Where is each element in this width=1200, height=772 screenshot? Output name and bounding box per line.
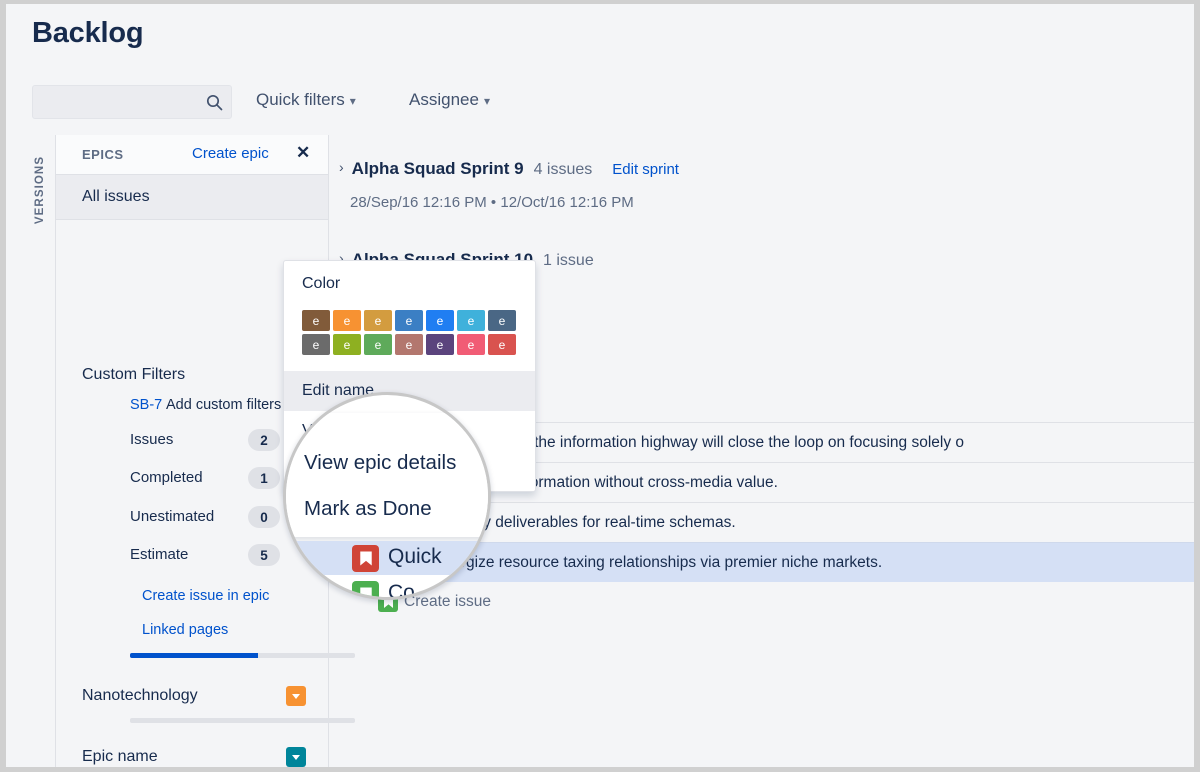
versions-tab-label: VERSIONS <box>34 135 48 245</box>
stat-value-completed: 1 <box>248 467 280 489</box>
magnified-create-issue-row[interactable]: Co <box>283 577 491 600</box>
search-icon <box>206 94 223 111</box>
edit-sprint-link[interactable]: Edit sprint <box>612 161 679 178</box>
search-box[interactable] <box>32 85 232 119</box>
sprint-title: Alpha Squad Sprint 9 <box>352 159 524 178</box>
epic-issue-key[interactable]: SB-7 <box>130 397 162 413</box>
color-swatch[interactable]: e <box>364 310 392 331</box>
color-swatch[interactable]: e <box>457 334 485 355</box>
epics-panel-header: EPICS Create epic ✕ <box>56 135 328 175</box>
color-swatch-grid: eeeeeeeeeeeeee <box>284 293 535 371</box>
stat-label-issues: Issues <box>130 431 173 448</box>
color-swatch[interactable]: e <box>426 334 454 355</box>
color-swatch[interactable]: e <box>333 334 361 355</box>
color-swatch[interactable]: e <box>426 310 454 331</box>
close-icon[interactable]: ✕ <box>296 143 310 163</box>
chevron-down-icon: ▾ <box>484 94 490 108</box>
color-swatch[interactable]: e <box>395 334 423 355</box>
epic-name-label: Custom Filters <box>82 366 185 384</box>
quick-filters-label: Quick filters <box>256 90 345 109</box>
search-input[interactable] <box>41 86 211 118</box>
stat-label-unestimated: Unestimated <box>130 508 214 525</box>
epic-color-dropdown-button[interactable] <box>286 747 306 767</box>
chevron-right-icon[interactable]: › <box>339 159 344 175</box>
magnified-create-issue-label: Co <box>388 581 415 600</box>
epic-name-label: Nanotechnology <box>82 687 198 705</box>
sprint-issue-count: 1 issue <box>543 252 594 269</box>
create-epic-link[interactable]: Create epic <box>192 145 269 162</box>
magnified-issue-label: Quick <box>388 545 442 569</box>
page-title: Backlog <box>32 17 143 50</box>
epic-color-dropdown-button[interactable] <box>286 686 306 706</box>
epic-all-issues[interactable]: All issues <box>56 175 328 220</box>
color-swatch[interactable]: e <box>488 310 516 331</box>
epic-progress-bar <box>130 653 355 658</box>
stat-label-completed: Completed <box>130 469 203 486</box>
linked-pages-link[interactable]: Linked pages <box>142 622 228 638</box>
magnified-issue-row[interactable]: Quick <box>283 541 491 575</box>
color-swatch[interactable]: e <box>364 334 392 355</box>
sprint-dates: 28/Sep/16 12:16 PM • 12/Oct/16 12:16 PM <box>350 194 634 211</box>
color-swatch[interactable]: e <box>395 310 423 331</box>
assignee-button[interactable]: Assignee ▾ <box>409 90 490 110</box>
color-swatch[interactable]: e <box>302 310 330 331</box>
stat-value-issues: 2 <box>248 429 280 451</box>
magnifier-lens: View epic details Mark as Done Quick Co <box>283 392 491 600</box>
story-icon <box>352 545 379 572</box>
versions-tab[interactable]: VERSIONS <box>28 135 55 245</box>
epics-header-label: EPICS <box>82 147 124 162</box>
stat-label-estimate: Estimate <box>130 546 188 563</box>
magnified-menu-item-view-epic-details[interactable]: View epic details <box>304 451 456 475</box>
backlog-page: Backlog Quick filters ▾ Assignee ▾ VERSION… <box>6 4 1194 767</box>
color-section-title: Color <box>284 261 535 293</box>
sprint-header-9[interactable]: › Alpha Squad Sprint 9 4 issues Edit sprint <box>339 159 679 179</box>
color-swatch[interactable]: e <box>333 310 361 331</box>
assignee-label: Assignee <box>409 90 479 109</box>
stat-value-unestimated: 0 <box>248 506 280 528</box>
epic-name-label: Epic name <box>82 748 158 766</box>
magnifier-content: View epic details Mark as Done Quick Co <box>286 395 491 600</box>
color-swatch[interactable]: e <box>488 334 516 355</box>
quick-filters-button[interactable]: Quick filters ▾ <box>256 90 356 110</box>
stat-value-estimate: 5 <box>248 544 280 566</box>
all-issues-label: All issues <box>82 188 150 206</box>
color-swatch[interactable]: e <box>457 310 485 331</box>
create-issue-in-epic-link[interactable]: Create issue in epic <box>142 588 269 604</box>
chevron-down-icon: ▾ <box>350 94 356 108</box>
magnified-menu-item-mark-as-done[interactable]: Mark as Done <box>304 497 432 521</box>
color-swatch[interactable]: e <box>302 334 330 355</box>
sprint-issue-count: 4 issues <box>534 161 593 178</box>
epic-progress-bar <box>130 718 355 723</box>
